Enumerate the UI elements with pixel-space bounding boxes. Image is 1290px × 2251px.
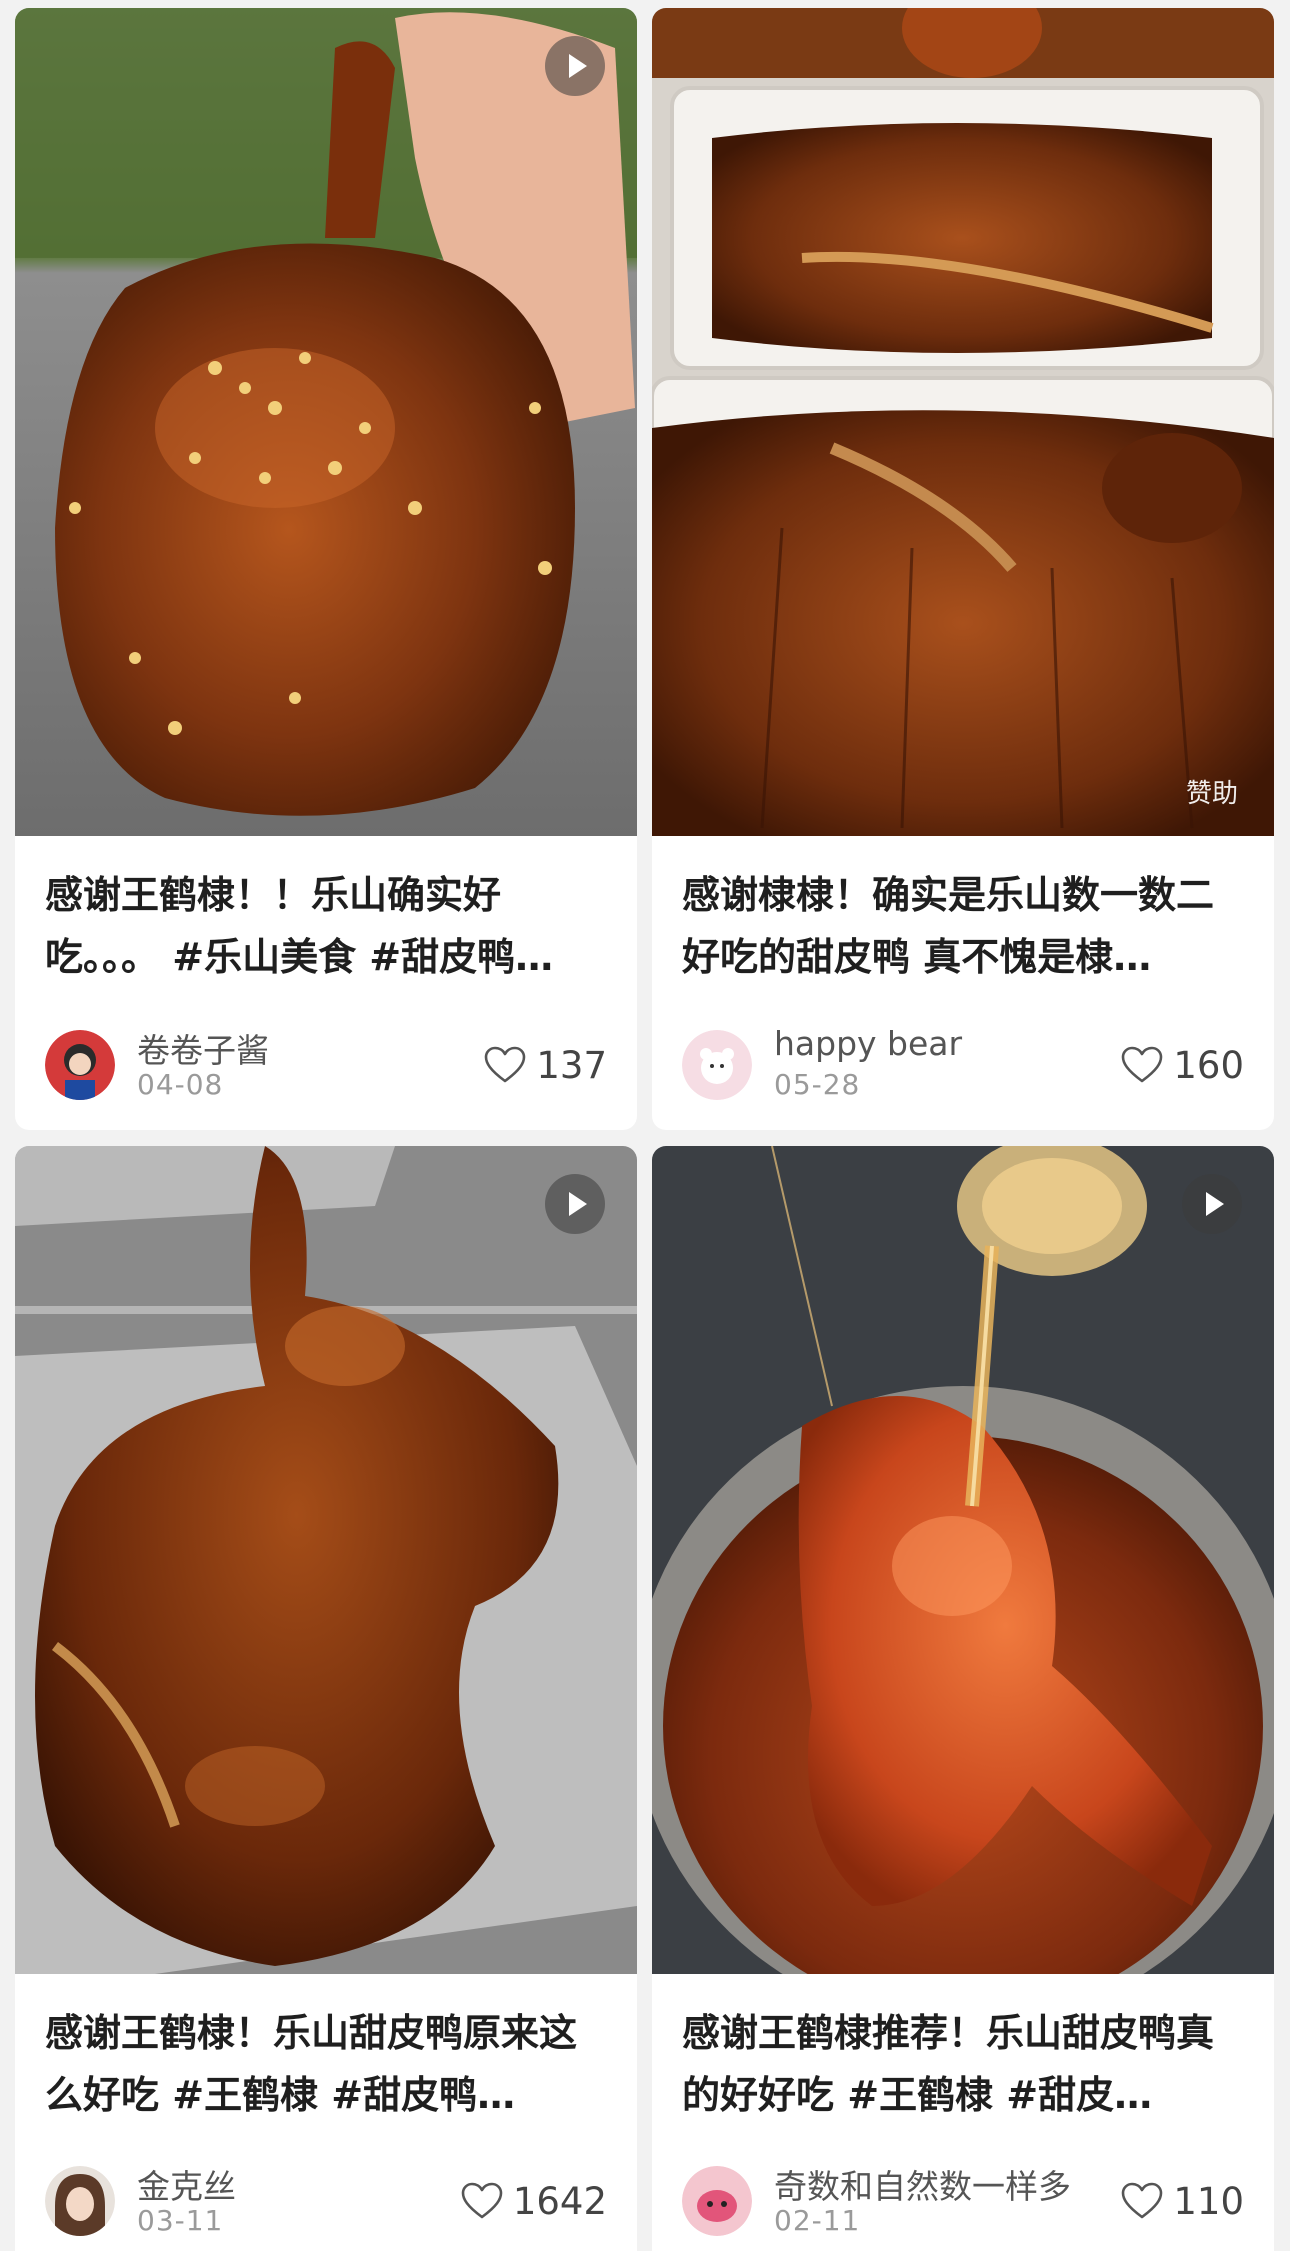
post-date: 02-11 bbox=[774, 2204, 861, 2237]
avatar[interactable] bbox=[45, 1030, 115, 1100]
avatar[interactable] bbox=[45, 2166, 115, 2236]
card-meta: 奇数和自然数一样多 02-11 110 bbox=[682, 2158, 1244, 2238]
post-date: 04-08 bbox=[137, 1068, 224, 1101]
author-name[interactable]: 卷卷子酱 bbox=[137, 1024, 269, 1072]
card-cover-image[interactable]: 赞助 bbox=[652, 8, 1274, 836]
video-play-icon bbox=[545, 36, 605, 96]
card-meta: happy bear 05-28 160 bbox=[682, 1022, 1244, 1102]
feed-card[interactable]: 感谢王鹤棣！！乐山确实好吃。。。 #乐山美食 #甜皮鸭… 卷卷子酱 04-08 … bbox=[15, 8, 637, 1130]
card-title[interactable]: 感谢王鹤棣推荐！乐山甜皮鸭真的好好吃 #王鹤棣 #甜皮… bbox=[652, 1974, 1274, 2144]
video-play-icon bbox=[1182, 1174, 1242, 1234]
heart-icon bbox=[1122, 1046, 1163, 1083]
duck-leg-photo-icon bbox=[15, 8, 637, 836]
duck-box-photo-icon bbox=[15, 1146, 637, 1974]
video-play-icon bbox=[545, 1174, 605, 1234]
duck-boxes-photo-icon bbox=[652, 8, 1274, 836]
author-name[interactable]: 奇数和自然数一样多 bbox=[774, 2160, 1071, 2208]
card-meta: 卷卷子酱 04-08 137 bbox=[45, 1022, 607, 1102]
duck-syrup-pot-photo-icon bbox=[652, 1146, 1274, 1974]
heart-icon bbox=[461, 2182, 503, 2219]
author-name[interactable]: 金克丝 bbox=[137, 2160, 236, 2208]
like-count: 1642 bbox=[512, 2179, 607, 2223]
like-button[interactable]: 160 bbox=[1121, 1040, 1244, 1090]
post-date: 05-28 bbox=[774, 1068, 861, 1101]
author-name[interactable]: happy bear bbox=[774, 1024, 962, 1063]
feed-card[interactable]: 感谢王鹤棣！乐山甜皮鸭原来这么好吃 #王鹤棣 #甜皮鸭… 金克丝 03-11 1… bbox=[15, 1146, 637, 2251]
like-button[interactable]: 1642 bbox=[461, 2176, 607, 2226]
card-cover-image[interactable] bbox=[652, 1146, 1274, 1974]
like-button[interactable]: 110 bbox=[1121, 2176, 1244, 2226]
card-title[interactable]: 感谢王鹤棣！！乐山确实好吃。。。 #乐山美食 #甜皮鸭… bbox=[15, 836, 637, 1006]
heart-icon bbox=[485, 1046, 526, 1083]
card-cover-image[interactable] bbox=[15, 8, 637, 836]
sponsored-badge: 赞助 bbox=[1185, 779, 1238, 809]
card-title[interactable]: 感谢王鹤棣！乐山甜皮鸭原来这么好吃 #王鹤棣 #甜皮鸭… bbox=[15, 1974, 637, 2144]
post-date: 03-11 bbox=[137, 2204, 224, 2237]
avatar[interactable] bbox=[682, 2166, 752, 2236]
avatar[interactable] bbox=[682, 1030, 752, 1100]
card-meta: 金克丝 03-11 1642 bbox=[45, 2158, 607, 2238]
note-feed-grid: 感谢王鹤棣！！乐山确实好吃。。。 #乐山美食 #甜皮鸭… 卷卷子酱 04-08 … bbox=[0, 0, 1290, 2251]
like-button[interactable]: 137 bbox=[484, 1040, 607, 1090]
card-title[interactable]: 感谢棣棣！确实是乐山数一数二好吃的甜皮鸭 真不愧是棣… bbox=[652, 836, 1274, 1006]
like-count: 110 bbox=[1173, 2179, 1244, 2223]
feed-card[interactable]: 赞助 感谢棣棣！确实是乐山数一数二好吃的甜皮鸭 真不愧是棣… happy bea… bbox=[652, 8, 1274, 1130]
feed-card[interactable]: 感谢王鹤棣推荐！乐山甜皮鸭真的好好吃 #王鹤棣 #甜皮… 奇数和自然数一样多 0… bbox=[652, 1146, 1274, 2251]
like-count: 160 bbox=[1173, 1043, 1244, 1087]
like-count: 137 bbox=[536, 1043, 607, 1087]
heart-icon bbox=[1122, 2182, 1163, 2219]
card-cover-image[interactable] bbox=[15, 1146, 637, 1974]
